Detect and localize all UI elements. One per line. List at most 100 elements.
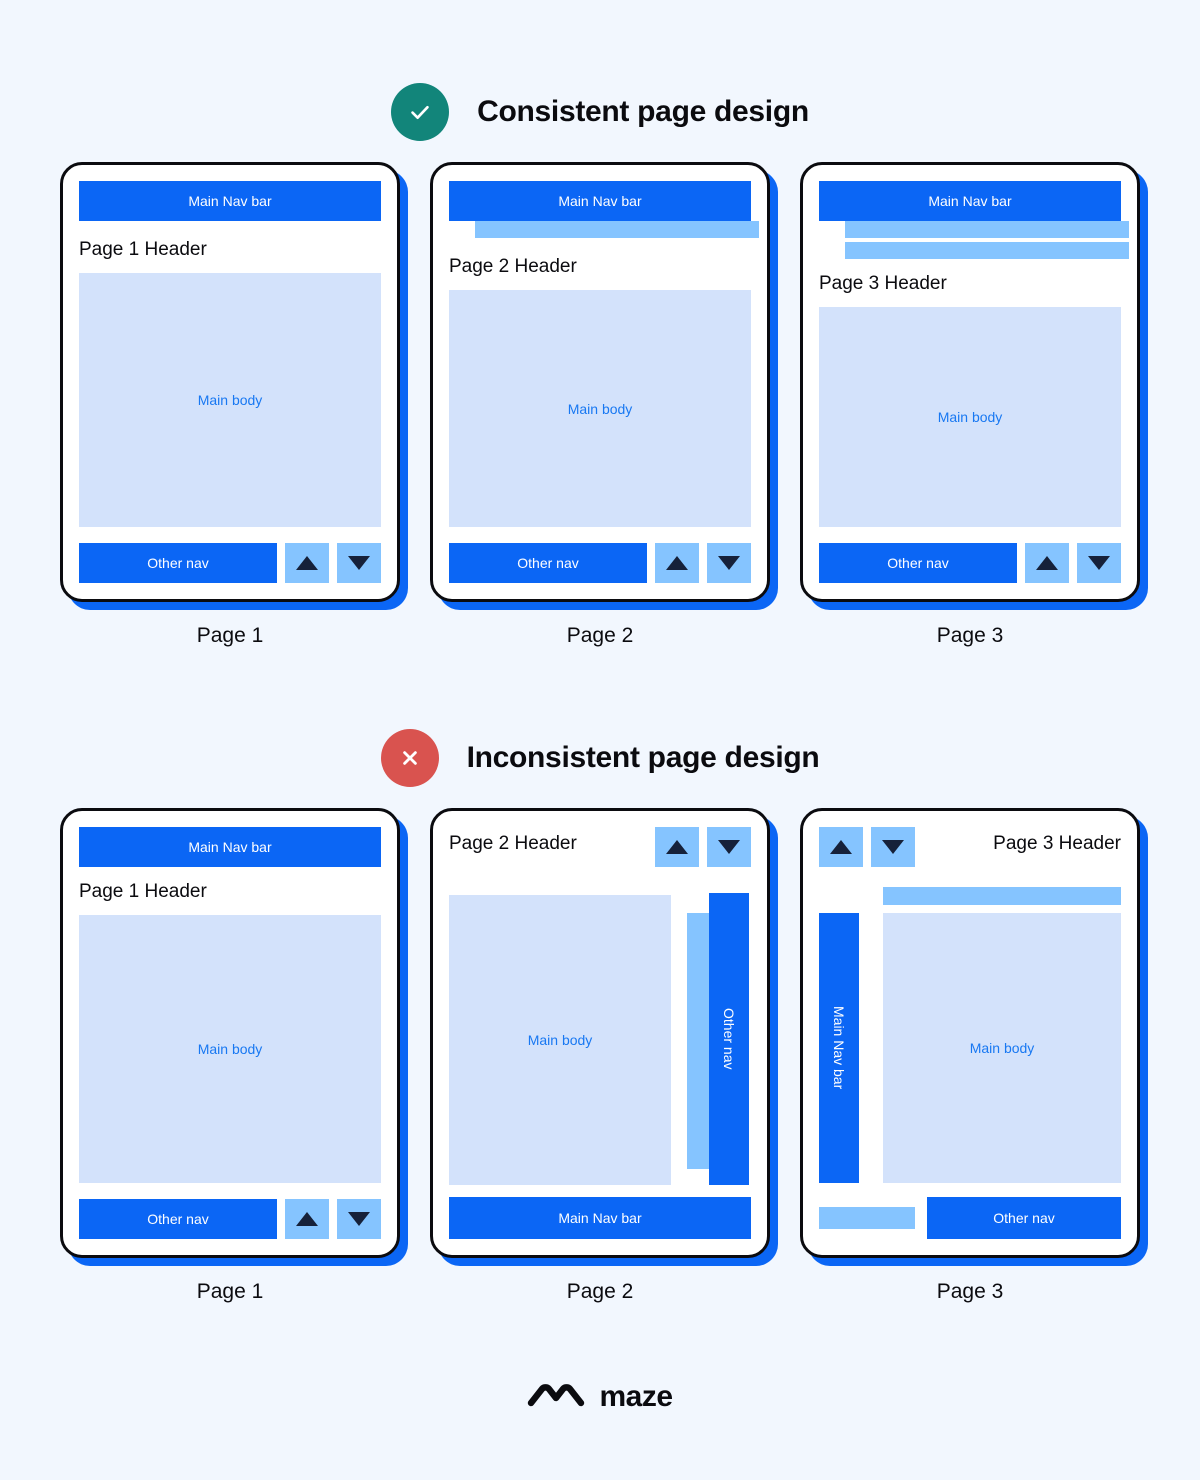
arrow-down-button[interactable]	[871, 827, 915, 867]
page-header: Page 3 Header	[993, 833, 1121, 854]
arrow-down-button[interactable]	[1077, 543, 1121, 583]
card-consistent-page-1: Main Nav bar Page 1 Header Main body Oth…	[60, 162, 400, 648]
page-mockup: Main Nav bar Page 1 Header Main body Oth…	[60, 808, 400, 1258]
inconsistent-section-heading: Inconsistent page design	[0, 729, 1200, 787]
main-body: Main body	[79, 273, 381, 527]
side-accent-bar	[687, 913, 709, 1169]
page-mockup: Page 3 Header Main Nav bar Main body Oth…	[800, 808, 1140, 1258]
footer-area: Other nav	[819, 1197, 1121, 1239]
consistent-card-row: Main Nav bar Page 1 Header Main body Oth…	[0, 162, 1200, 648]
header-area: Page 2 Header	[449, 827, 751, 867]
main-nav-bar[interactable]: Main Nav bar	[79, 181, 381, 221]
page-header: Page 2 Header	[449, 256, 577, 277]
footer-area: Other nav	[79, 543, 381, 583]
cross-icon	[380, 729, 439, 787]
sub-nav-bar	[845, 221, 1129, 238]
header-area: Page 3 Header	[819, 827, 1121, 867]
arrow-down-icon	[1088, 556, 1110, 570]
arrow-up-button[interactable]	[285, 1199, 329, 1239]
arrow-down-button[interactable]	[337, 543, 381, 583]
inconsistent-card-row: Main Nav bar Page 1 Header Main body Oth…	[0, 808, 1200, 1304]
page-mockup: Main Nav bar Page 2 Header Main body Oth…	[430, 162, 770, 602]
arrow-down-icon	[348, 1212, 370, 1226]
main-nav-bar[interactable]: Main Nav bar	[819, 913, 859, 1183]
accent-strip	[883, 887, 1121, 905]
main-body: Main body	[449, 895, 671, 1185]
arrow-down-icon	[882, 840, 904, 854]
card-caption: Page 2	[566, 624, 634, 647]
card-inconsistent-page-1: Main Nav bar Page 1 Header Main body Oth…	[60, 808, 400, 1304]
sub-nav-bar-secondary	[845, 242, 1129, 259]
arrow-up-icon	[666, 556, 688, 570]
arrow-down-button[interactable]	[337, 1199, 381, 1239]
nav-area: Main Nav bar	[79, 827, 381, 867]
arrow-down-icon	[718, 840, 740, 854]
arrow-down-button[interactable]	[707, 827, 751, 867]
arrow-button-group	[655, 827, 751, 867]
main-nav-bar[interactable]: Main Nav bar	[449, 1197, 751, 1239]
arrow-up-button[interactable]	[285, 543, 329, 583]
main-nav-bar-label: Main Nav bar	[831, 1006, 847, 1090]
card-caption: Page 1	[196, 624, 264, 647]
arrow-up-button[interactable]	[655, 827, 699, 867]
other-nav[interactable]: Other nav	[819, 543, 1017, 583]
main-body: Main body	[819, 307, 1121, 527]
side-rail-area: Other nav	[687, 893, 751, 1185]
page-header: Page 1 Header	[79, 239, 207, 260]
card-consistent-page-3: Main Nav bar Page 3 Header Main body Oth…	[800, 162, 1140, 648]
footer-area: Other nav	[449, 543, 751, 583]
page-mockup: Main Nav bar Page 1 Header Main body Oth…	[60, 162, 400, 602]
arrow-down-icon	[348, 556, 370, 570]
main-body: Main body	[449, 290, 751, 527]
card-caption: Page 1	[196, 1280, 264, 1303]
other-nav[interactable]: Other nav	[927, 1197, 1121, 1239]
page-header: Page 3 Header	[819, 273, 947, 294]
main-nav-bar[interactable]: Main Nav bar	[449, 181, 751, 221]
arrow-button-group	[819, 827, 915, 867]
check-icon	[391, 83, 450, 141]
nav-area: Main Nav bar	[449, 181, 759, 238]
page-header: Page 1 Header	[79, 881, 207, 902]
arrow-up-button[interactable]	[819, 827, 863, 867]
card-consistent-page-2: Main Nav bar Page 2 Header Main body Oth…	[430, 162, 770, 648]
other-nav[interactable]: Other nav	[79, 1199, 277, 1239]
other-nav-label: Other nav	[721, 1008, 737, 1070]
sub-nav-bar	[475, 221, 759, 238]
arrow-up-icon	[296, 1212, 318, 1226]
brand-footer: maze	[0, 1378, 1200, 1415]
consistent-section-heading: Consistent page design	[0, 83, 1200, 141]
page-mockup: Main Nav bar Page 3 Header Main body Oth…	[800, 162, 1140, 602]
arrow-up-button[interactable]	[1025, 543, 1069, 583]
main-body: Main body	[79, 915, 381, 1183]
main-body: Main body	[883, 913, 1121, 1183]
arrow-up-icon	[666, 840, 688, 854]
footer-area: Other nav	[819, 543, 1121, 583]
arrow-down-button[interactable]	[707, 543, 751, 583]
nav-area: Main Nav bar	[819, 181, 1129, 259]
page-title: Inconsistent page design	[466, 741, 820, 774]
footer-accent-bar	[819, 1207, 915, 1229]
maze-logo-icon	[527, 1378, 585, 1415]
arrow-up-button[interactable]	[655, 543, 699, 583]
content-area: Main Nav bar Main body	[819, 913, 1121, 1183]
content-area: Main body Other nav	[449, 893, 751, 1185]
card-inconsistent-page-2: Page 2 Header Main body Other nav Main N…	[430, 808, 770, 1304]
other-nav[interactable]: Other nav	[79, 543, 277, 583]
nav-area: Main Nav bar	[79, 181, 381, 221]
main-nav-bar[interactable]: Main Nav bar	[819, 181, 1121, 221]
arrow-up-icon	[296, 556, 318, 570]
other-nav[interactable]: Other nav	[449, 543, 647, 583]
main-nav-bar[interactable]: Main Nav bar	[79, 827, 381, 867]
page-mockup: Page 2 Header Main body Other nav Main N…	[430, 808, 770, 1258]
card-caption: Page 3	[936, 624, 1004, 647]
card-inconsistent-page-3: Page 3 Header Main Nav bar Main body Oth…	[800, 808, 1140, 1304]
arrow-down-icon	[718, 556, 740, 570]
page-title: Consistent page design	[477, 95, 809, 128]
brand-name: maze	[599, 1379, 673, 1413]
arrow-up-icon	[830, 840, 852, 854]
card-caption: Page 2	[566, 1280, 634, 1303]
footer-area: Other nav	[79, 1199, 381, 1239]
other-nav[interactable]: Other nav	[709, 893, 749, 1185]
